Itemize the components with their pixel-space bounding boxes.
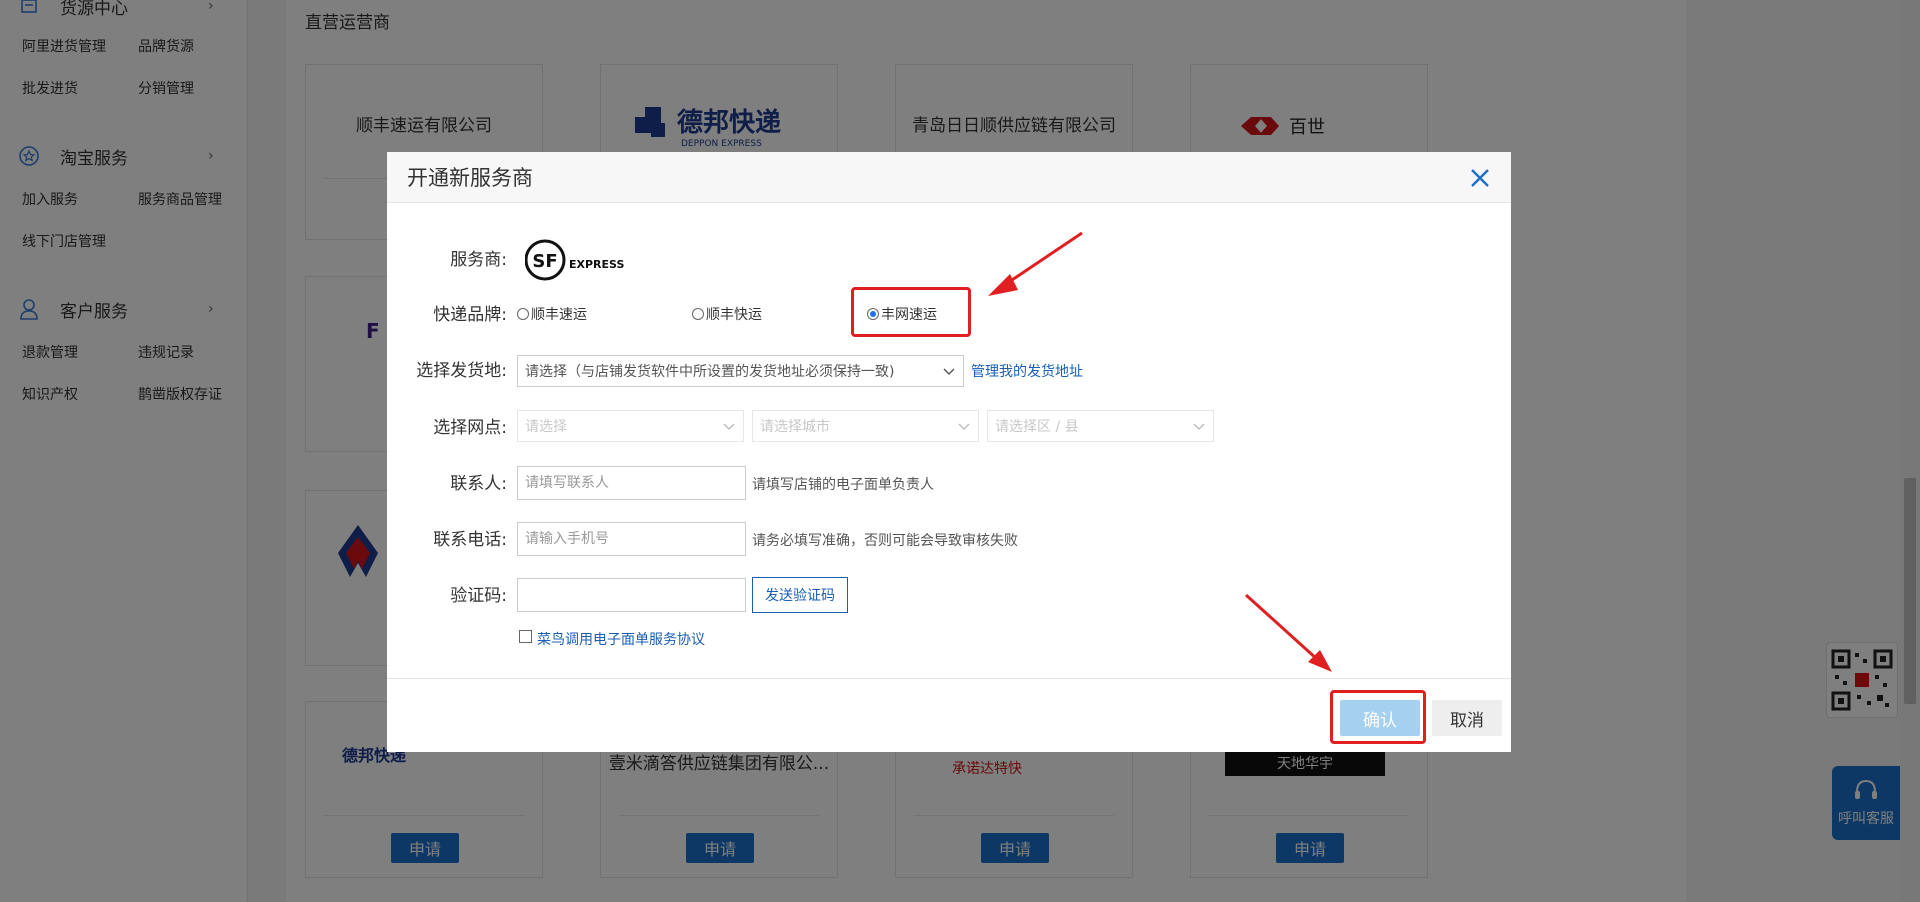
provider-label: 服务商: [450, 250, 507, 270]
dialog-title: 开通新服务商 [407, 166, 533, 190]
send-code-button[interactable]: 发送验证码 [752, 577, 848, 613]
outlet-label: 选择网点: [433, 418, 507, 438]
chevron-down-icon [943, 368, 955, 375]
sf-logo-subtext: EXPRESS [569, 258, 624, 271]
cancel-button[interactable]: 取消 [1432, 700, 1502, 736]
outlet-district-select[interactable]: 请选择区 / 县 [987, 410, 1214, 442]
brand-label: 快递品牌: [433, 305, 507, 325]
phone-input[interactable] [517, 522, 746, 556]
contact-hint: 请填写店铺的电子面单负责人 [752, 477, 934, 493]
chevron-down-icon [1193, 423, 1205, 430]
highlight-box-brand [851, 287, 971, 337]
radio-label: 顺丰快运 [706, 307, 762, 323]
address-select-value: 请选择（与店铺发货软件中所设置的发货地址必须保持一致) [525, 364, 895, 380]
chevron-down-icon [958, 423, 970, 430]
open-provider-dialog: 开通新服务商 服务商: SF EXPRESS 快递品牌: 顺丰速运 顺丰快运 丰… [387, 152, 1511, 752]
select-placeholder: 请选择 [525, 419, 567, 435]
chevron-down-icon [723, 423, 735, 430]
radio-dot[interactable] [517, 308, 529, 320]
sf-express-logo: SF EXPRESS [524, 238, 625, 286]
dialog-header: 开通新服务商 [387, 152, 1511, 203]
contact-input[interactable] [517, 466, 746, 500]
verification-code-input[interactable] [517, 578, 746, 612]
address-label: 选择发货地: [416, 361, 507, 381]
select-placeholder: 请选择区 / 县 [995, 419, 1079, 435]
contact-label: 联系人: [450, 474, 507, 494]
phone-label: 联系电话: [433, 530, 507, 550]
close-icon[interactable] [1465, 162, 1495, 192]
agreement-checkbox[interactable] [519, 630, 532, 643]
code-label: 验证码: [450, 586, 507, 606]
highlight-box-confirm [1330, 690, 1426, 744]
outlet-city-select[interactable]: 请选择城市 [752, 410, 979, 442]
radio-label: 顺丰速运 [531, 307, 587, 323]
select-placeholder: 请选择城市 [760, 419, 830, 435]
brand-radio-sf-express[interactable]: 顺丰速运 [517, 304, 587, 324]
brand-radio-sf-freight[interactable]: 顺丰快运 [692, 304, 762, 324]
radio-dot[interactable] [692, 308, 704, 320]
agreement-link[interactable]: 菜鸟调用电子面单服务协议 [537, 629, 705, 649]
sf-logo-text: SF [532, 251, 557, 272]
outlet-province-select[interactable]: 请选择 [517, 410, 744, 442]
address-select[interactable]: 请选择（与店铺发货软件中所设置的发货地址必须保持一致) [517, 355, 964, 387]
manage-address-link[interactable]: 管理我的发货地址 [971, 361, 1083, 381]
phone-hint: 请务必填写准确，否则可能会导致审核失败 [752, 533, 1018, 549]
